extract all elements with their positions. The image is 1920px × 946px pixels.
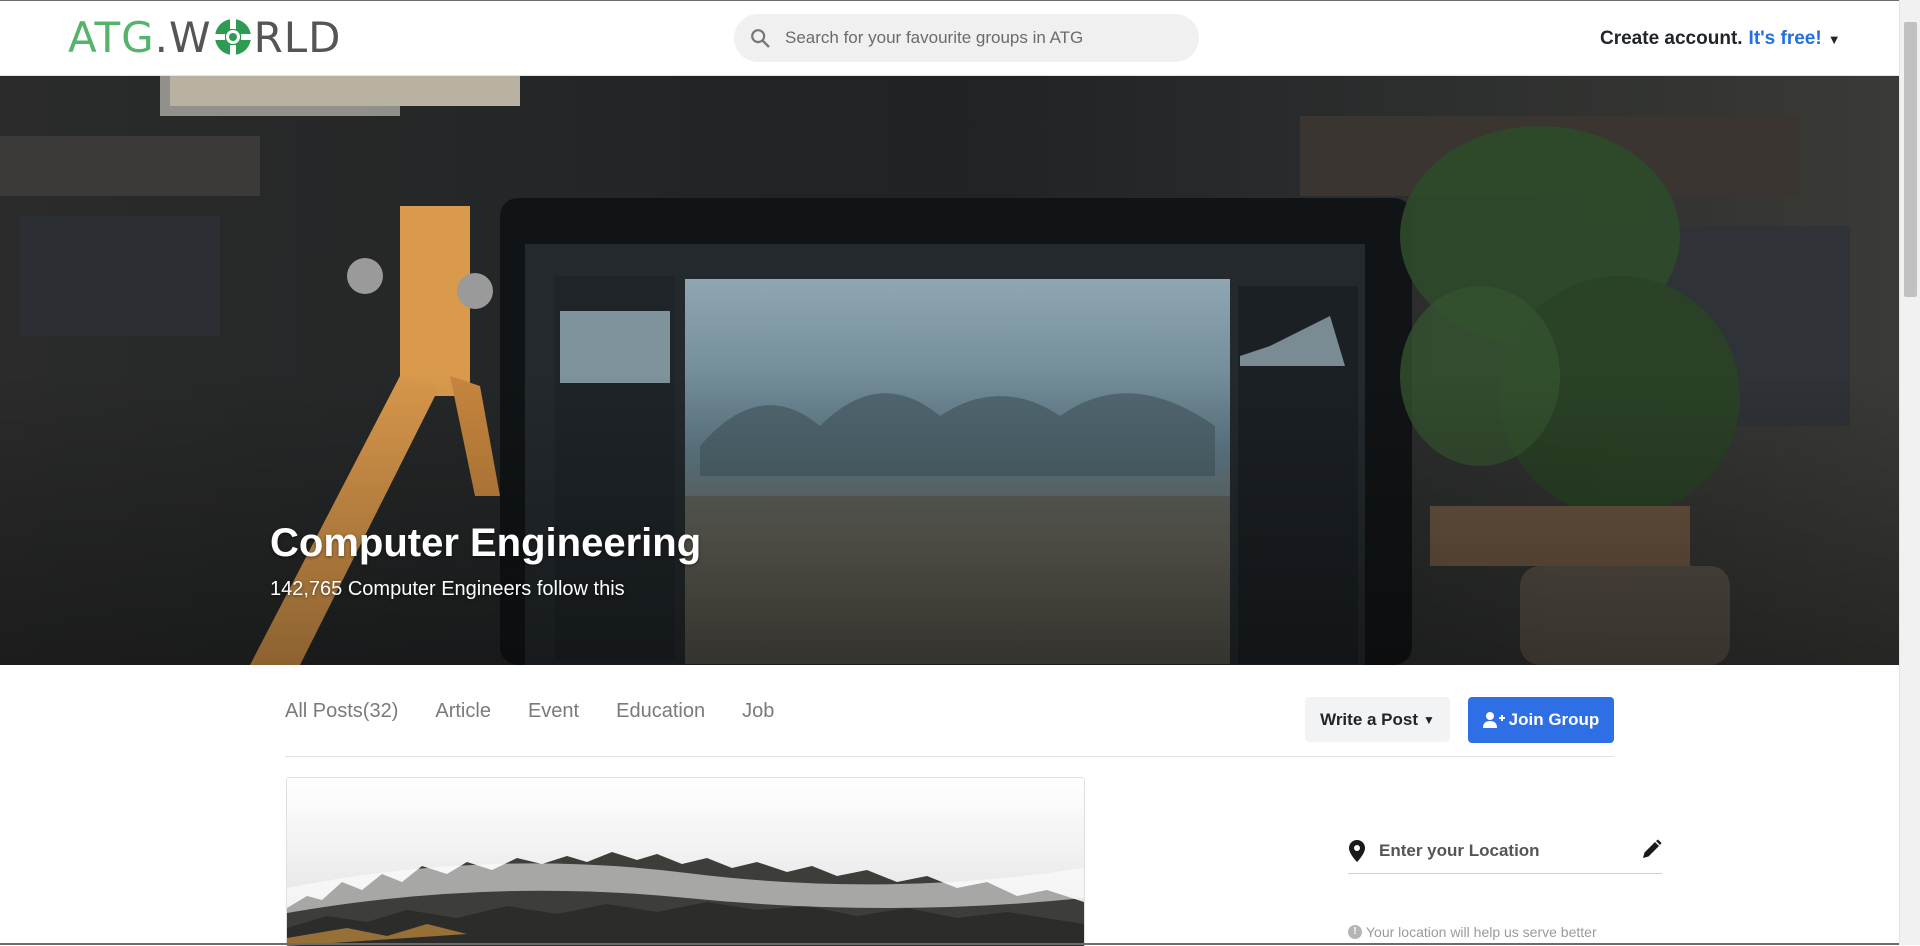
scrollbar-thumb[interactable] [1904,22,1917,297]
caret-down-icon: ▼ [1827,31,1841,47]
location-hint: ! Your location will help us serve bette… [1348,924,1597,940]
group-cover-banner: Computer Engineering 142,765 Computer En… [0,76,1899,665]
search-icon [751,29,770,48]
pencil-icon[interactable] [1640,839,1662,861]
logo-rld-text: RLD [253,12,342,62]
logo-dot-text: . [154,12,170,62]
logo-atg-text: ATG [68,12,155,62]
write-post-label: Write a Post [1320,709,1419,729]
tab-job[interactable]: Job [742,700,774,723]
group-follower-count: 142,765 Computer Engineers follow this [270,578,625,600]
info-icon: ! [1348,925,1362,939]
post-card[interactable] [286,777,1085,946]
group-title: Computer Engineering [270,521,702,565]
its-free-label: It's free! [1748,28,1822,49]
cover-image [0,76,1899,665]
tab-education[interactable]: Education [616,700,705,723]
location-hint-text: Your location will help us serve better [1366,924,1597,940]
join-group-label: Join Group [1508,710,1600,729]
logo-w-text: W [169,12,212,62]
post-cover-image [287,778,1084,946]
location-input[interactable] [1377,840,1631,862]
search-input[interactable] [783,27,1187,49]
user-plus-icon [1482,712,1505,728]
map-pin-icon [1349,840,1365,862]
atg-logo[interactable]: ATG . W RLD [68,12,342,62]
tab-all-posts[interactable]: All Posts(32) [285,700,398,723]
join-group-button[interactable]: Join Group [1468,697,1614,743]
tabs-divider [285,756,1614,757]
tab-event[interactable]: Event [528,700,579,723]
create-account-label: Create account. [1600,28,1743,49]
page-scrollbar[interactable] [1899,0,1920,945]
post-filter-tabs: All Posts(32) Article Event Education Jo… [285,700,811,723]
write-post-button[interactable]: Write a Post ▼ [1305,697,1450,742]
top-header: ATG . W RLD Create account. It's free! ▼ [0,1,1899,76]
caret-down-icon: ▼ [1423,712,1435,727]
group-search-bar[interactable] [734,14,1199,62]
logo-mark-icon [214,19,251,55]
location-field[interactable] [1348,829,1662,874]
create-account-dropdown[interactable]: Create account. It's free! ▼ [1600,25,1841,53]
tab-article[interactable]: Article [435,700,491,723]
